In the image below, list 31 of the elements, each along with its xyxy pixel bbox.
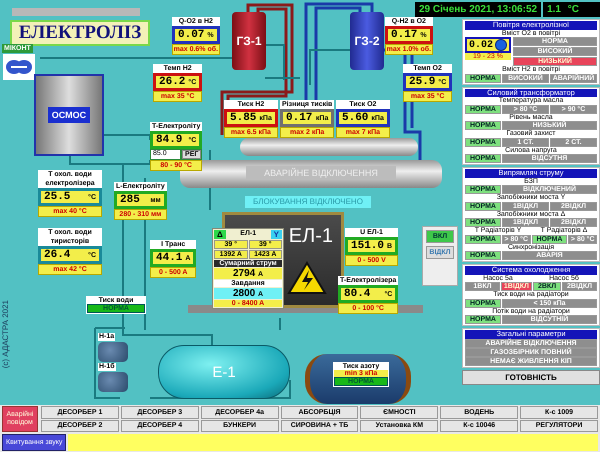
outdoor-temperature: 1.1 °C	[543, 2, 600, 17]
equipment-label: Е-1	[212, 364, 236, 380]
gauge-value: 5.60	[342, 112, 368, 124]
copyright-text: (c) АДАСТРА 2021	[1, 300, 10, 368]
gauge-value: 80.4	[344, 288, 370, 300]
high-voltage-icon	[287, 261, 327, 295]
gauge-value: 0.17	[286, 112, 312, 124]
indicator-lamp-icon	[495, 39, 508, 51]
gauge-value: 84.9	[156, 134, 182, 146]
gauge-value: 285	[120, 194, 140, 206]
gauge-value: 0.17	[391, 29, 418, 41]
bridge-delta-label: Δ	[214, 230, 226, 239]
ready-button[interactable]: ГОТОВНІСТЬ	[462, 370, 600, 384]
date-time: 29 Січень 2021, 13:06:52	[415, 2, 542, 17]
gauge-value: 25.5	[44, 191, 70, 203]
reading-value: 0.02	[469, 40, 494, 50]
gauge-value: 26.4	[44, 249, 70, 261]
app-title: ЕЛЕКТРОЛІЗ	[10, 20, 150, 46]
gauge-value: 26.2	[159, 76, 186, 88]
bridge-y-label: Y	[270, 230, 282, 239]
gauge-value: 5.85	[230, 112, 256, 124]
gauge-value: 25.9	[409, 76, 436, 88]
gauge-value: 0.07	[178, 29, 204, 41]
gauge-value: 44.1	[156, 252, 182, 264]
equipment-label: ОСМОС	[48, 107, 90, 123]
equipment-label: ГЗ-2	[354, 34, 380, 48]
controller-logo-icon	[3, 54, 35, 80]
electrolyzer-label: ЕЛ-1	[288, 225, 333, 248]
gauge-value: 151.0	[351, 240, 384, 252]
equipment-label: ГЗ-1	[236, 34, 262, 48]
blocking-banner: БЛОКУВАННЯ ВІДКЛЮЧЕНО	[245, 196, 371, 208]
